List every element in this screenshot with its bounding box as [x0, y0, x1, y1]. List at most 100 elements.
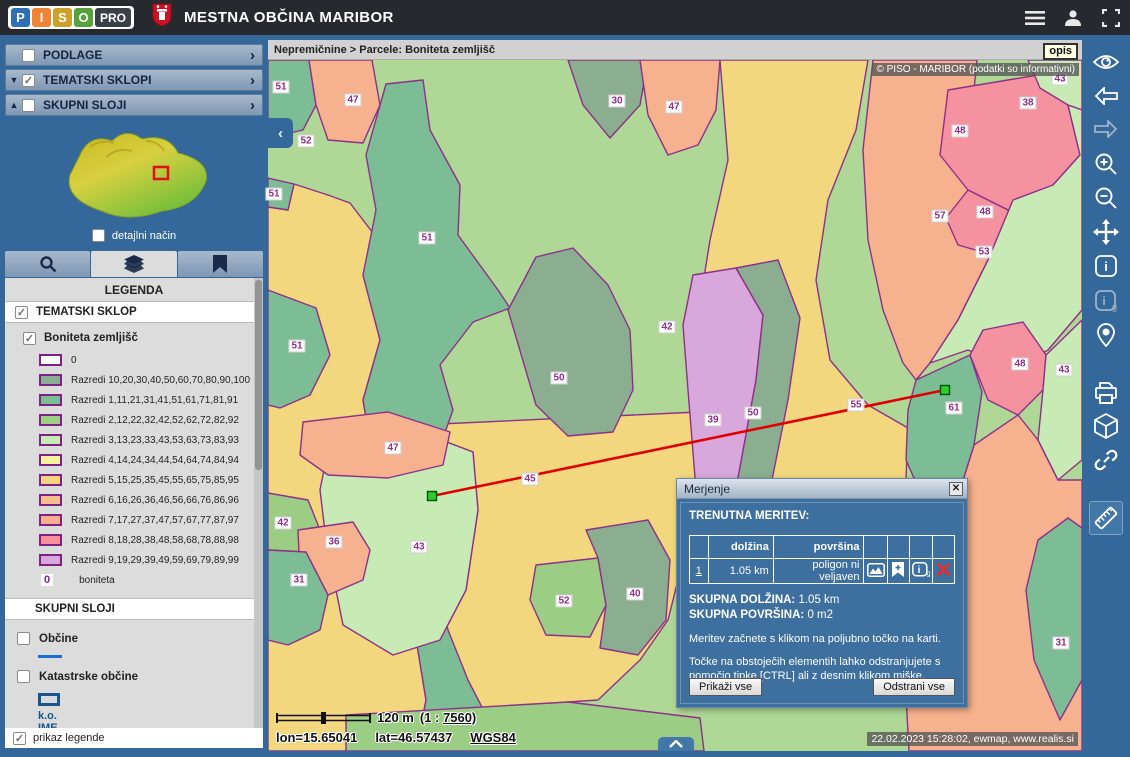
- boniteta-checkbox[interactable]: [23, 332, 36, 345]
- history-forward-icon[interactable]: [1093, 116, 1119, 142]
- katastrske-rect-swatch: [38, 693, 60, 706]
- zoom-in-icon[interactable]: [1093, 151, 1119, 177]
- identify-icon[interactable]: ig: [909, 559, 932, 584]
- legend-item-label: Razredi 7,17,27,37,47,57,67,77,87,97: [71, 515, 239, 526]
- legend-item-label: Razredi 4,14,24,34,44,54,64,74,84,94: [71, 455, 239, 466]
- legend-item: Razredi 7,17,27,37,47,57,67,77,87,97: [5, 510, 263, 530]
- panel-skupni-label: SKUPNI SLOJI: [43, 98, 126, 112]
- sidebar-collapse-button[interactable]: ‹: [268, 118, 293, 148]
- user-icon[interactable]: [1062, 7, 1084, 29]
- panel-skupni-sloji[interactable]: ▲ SKUPNI SLOJI ›: [5, 94, 263, 116]
- chevron-right-icon[interactable]: ›: [250, 47, 255, 64]
- dialog-titlebar[interactable]: Merjenje ✕: [677, 479, 967, 499]
- measurement-area: poligon ni veljaven: [773, 559, 864, 584]
- tab-layers[interactable]: [91, 251, 176, 277]
- katastrske-checkbox[interactable]: [17, 670, 30, 683]
- overview-map[interactable]: [50, 127, 218, 227]
- identify-icon[interactable]: i: [1093, 253, 1119, 279]
- remove-all-button[interactable]: Odstrani vse: [873, 678, 955, 696]
- lon-value: lon=15.65041: [276, 730, 357, 745]
- delete-icon[interactable]: [932, 559, 954, 584]
- pan-icon[interactable]: [1093, 219, 1119, 245]
- legend-item-label: Razredi 1,11,21,31,41,51,61,71,81,91: [71, 395, 238, 406]
- svg-text:i: i: [1102, 294, 1105, 308]
- parcel[interactable]: [530, 558, 606, 637]
- legend-item: Razredi 9,19,29,39,49,59,69,79,89,99: [5, 550, 263, 570]
- bottom-panel-expand-button[interactable]: [658, 737, 694, 751]
- svg-text:g: g: [1112, 302, 1117, 312]
- map-copyright: © PISO - MARIBOR (podatki so informativn…: [872, 63, 1079, 76]
- panel-podlage[interactable]: PODLAGE ›: [5, 44, 263, 66]
- skupni-checkbox[interactable]: [22, 99, 35, 112]
- scalebar-graphic: [276, 712, 371, 724]
- tematski-sklop-checkbox[interactable]: [15, 306, 28, 319]
- legend-panel: LEGENDA TEMATSKI SKLOP Boniteta zemljišč…: [5, 278, 263, 728]
- legend-item-label: 0: [71, 355, 77, 366]
- tematski-checkbox[interactable]: [22, 74, 35, 87]
- scrollbar-thumb[interactable]: [255, 280, 262, 470]
- fullscreen-icon[interactable]: [1100, 7, 1122, 29]
- print-icon[interactable]: [1093, 380, 1119, 406]
- detail-mode-label: detajlni način: [112, 230, 176, 242]
- locate-icon[interactable]: [1093, 322, 1119, 348]
- piso-logo[interactable]: P I S O PRO: [8, 6, 134, 29]
- opis-button[interactable]: opis: [1043, 43, 1078, 60]
- obcine-label: Občine: [39, 633, 78, 645]
- show-legend-checkbox[interactable]: [13, 732, 26, 745]
- column-header-area: površina: [773, 536, 864, 559]
- detail-mode-checkbox[interactable]: [92, 229, 105, 242]
- chevron-right-icon[interactable]: ›: [250, 72, 255, 89]
- bookmark-add-icon[interactable]: [887, 559, 909, 584]
- visibility-icon[interactable]: [1093, 49, 1119, 75]
- history-back-icon[interactable]: [1093, 83, 1119, 109]
- legend-scrollbar[interactable]: [254, 278, 263, 728]
- legend-item: Razredi 5,15,25,35,45,55,65,75,85,95: [5, 470, 263, 490]
- measurement-vertex[interactable]: [941, 386, 950, 395]
- legend-item: Razredi 4,14,24,34,44,54,64,74,84,94: [5, 450, 263, 470]
- collapse-up-icon[interactable]: ▲: [6, 100, 22, 110]
- measure-icon[interactable]: [1089, 501, 1123, 535]
- legend-item-label: Razredi 9,19,29,39,49,59,69,79,89,99: [71, 555, 239, 566]
- map-toolbar: i ig: [1082, 35, 1130, 757]
- identify-group-icon[interactable]: ig: [1093, 288, 1119, 314]
- dialog-body: TRENUTNA MERITEV: dolžina površina 1 1.0…: [680, 502, 964, 704]
- scale-ratio-link[interactable]: 7560: [443, 710, 472, 725]
- legend-swatch: [39, 554, 62, 566]
- tab-bookmarks[interactable]: [178, 251, 263, 277]
- svg-text:i: i: [1104, 259, 1108, 274]
- maribor-coat-of-arms-icon: [152, 3, 172, 32]
- katastrske-label: Katastrske občine: [39, 671, 138, 683]
- collapse-down-icon[interactable]: ▼: [6, 75, 22, 85]
- share-link-icon[interactable]: [1093, 447, 1119, 473]
- breadcrumb: Nepremičnine > Parcele: Boniteta zemljiš…: [274, 44, 495, 56]
- map-panel: Nepremičnine > Parcele: Boniteta zemljiš…: [268, 40, 1082, 751]
- measurement-length: 1.05 km: [708, 559, 773, 584]
- piso-app: P I S O PRO MESTNA OBČINA MARIBOR: [0, 0, 1130, 757]
- total-area-label: SKUPNA POVRŠINA:: [689, 609, 804, 621]
- legend-item: Razredi 3,13,23,33,43,53,63,73,83,93: [5, 430, 263, 450]
- legend-item-label: Razredi 3,13,23,33,43,53,63,73,83,93: [71, 435, 239, 446]
- profile-chart-icon[interactable]: [864, 559, 887, 584]
- view-3d-icon[interactable]: [1093, 413, 1119, 439]
- breadcrumb-bar: Nepremičnine > Parcele: Boniteta zemljiš…: [268, 40, 1082, 60]
- legend-swatch: [39, 514, 62, 526]
- legend-swatch: [39, 534, 62, 546]
- panel-tematski-sklopi[interactable]: ▼ TEMATSKI SKLOPI ›: [5, 69, 263, 91]
- obcine-checkbox[interactable]: [17, 632, 30, 645]
- chevron-right-icon[interactable]: ›: [250, 97, 255, 114]
- coordinates-readout: lon=15.65041 lat=46.57437 WGS84: [276, 730, 516, 745]
- measurement-index-link[interactable]: 1: [690, 559, 709, 584]
- tab-search[interactable]: [5, 251, 90, 277]
- show-all-button[interactable]: Prikaži vse: [689, 678, 762, 696]
- close-icon[interactable]: ✕: [949, 482, 963, 496]
- dialog-title: Merjenje: [684, 482, 730, 496]
- legend-item: Razredi 1,11,21,31,41,51,61,71,81,91: [5, 390, 263, 410]
- datum-link[interactable]: WGS84: [470, 730, 516, 745]
- podlage-checkbox[interactable]: [22, 49, 35, 62]
- zoom-out-icon[interactable]: [1093, 185, 1119, 211]
- menu-icon[interactable]: [1024, 7, 1046, 29]
- legend-item: Razredi 6,16,26,36,46,56,66,76,86,96: [5, 490, 263, 510]
- legend-swatch: [39, 434, 62, 446]
- measurement-vertex[interactable]: [428, 492, 437, 501]
- logo-letter-s: S: [53, 8, 72, 27]
